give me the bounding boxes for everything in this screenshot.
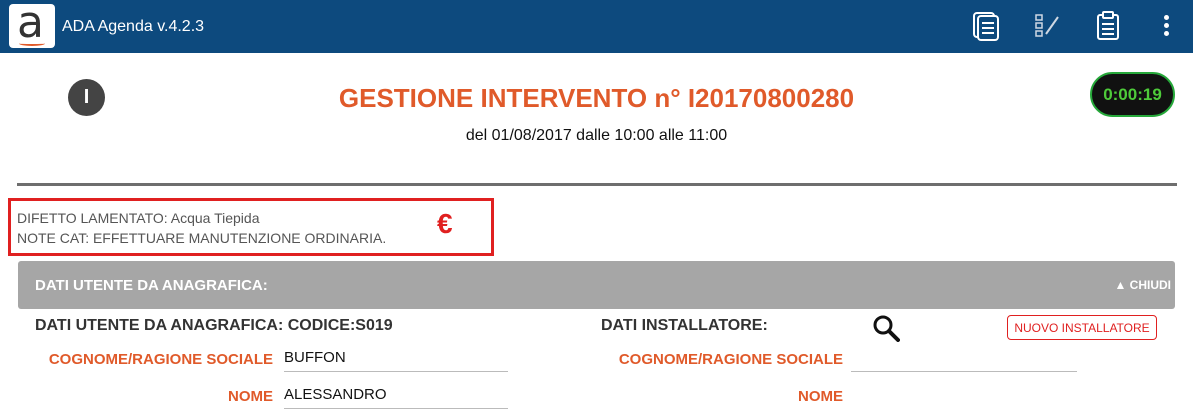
installer-heading: DATI INSTALLATORE: xyxy=(601,317,768,334)
more-vert-icon[interactable] xyxy=(1156,12,1176,42)
user-nome-field[interactable]: ALESSANDRO xyxy=(284,386,508,409)
clipboard-icon[interactable] xyxy=(1092,10,1124,42)
new-installer-button[interactable]: NUOVO INSTALLATORE xyxy=(1007,315,1157,340)
app-logo-icon: a xyxy=(9,0,55,48)
app-bar: a ADA Agenda v.4.2.3 xyxy=(0,0,1193,53)
difetto-text: DIFETTO LAMENTATO: Acqua Tiepida xyxy=(17,210,260,226)
collapse-label: CHIUDI xyxy=(1129,278,1171,292)
note-cat-text: NOTE CAT: EFFETTUARE MANUTENZIONE ORDINA… xyxy=(17,230,387,246)
timer-badge[interactable]: 0:00:19 xyxy=(1090,72,1175,117)
user-heading: DATI UTENTE DA ANAGRAFICA: CODICE:S019 xyxy=(35,317,393,334)
page-subtitle: del 01/08/2017 dalle 10:00 alle 11:00 xyxy=(465,127,728,144)
installer-cognome-field[interactable] xyxy=(851,349,1077,372)
notes-highlight-box xyxy=(8,198,494,256)
page-title: GESTIONE INTERVENTO n° I20170800280 xyxy=(338,83,855,113)
search-icon[interactable] xyxy=(872,314,900,342)
edit-list-icon[interactable] xyxy=(1032,10,1064,42)
user-cognome-label: COGNOME/RAGIONE SOCIALE xyxy=(48,351,273,368)
section-title: DATI UTENTE DA ANAGRAFICA: xyxy=(35,277,268,294)
section-header[interactable]: DATI UTENTE DA ANAGRAFICA: ▲ CHIUDI xyxy=(18,261,1175,309)
documents-icon[interactable] xyxy=(970,10,1002,42)
euro-icon[interactable]: € xyxy=(437,208,453,240)
divider xyxy=(17,183,1177,186)
app-title: ADA Agenda v.4.2.3 xyxy=(62,18,205,35)
user-cognome-field[interactable]: BUFFON xyxy=(284,349,508,372)
collapse-button[interactable]: ▲ CHIUDI xyxy=(1114,278,1171,292)
installer-cognome-label: COGNOME/RAGIONE SOCIALE xyxy=(618,351,843,368)
